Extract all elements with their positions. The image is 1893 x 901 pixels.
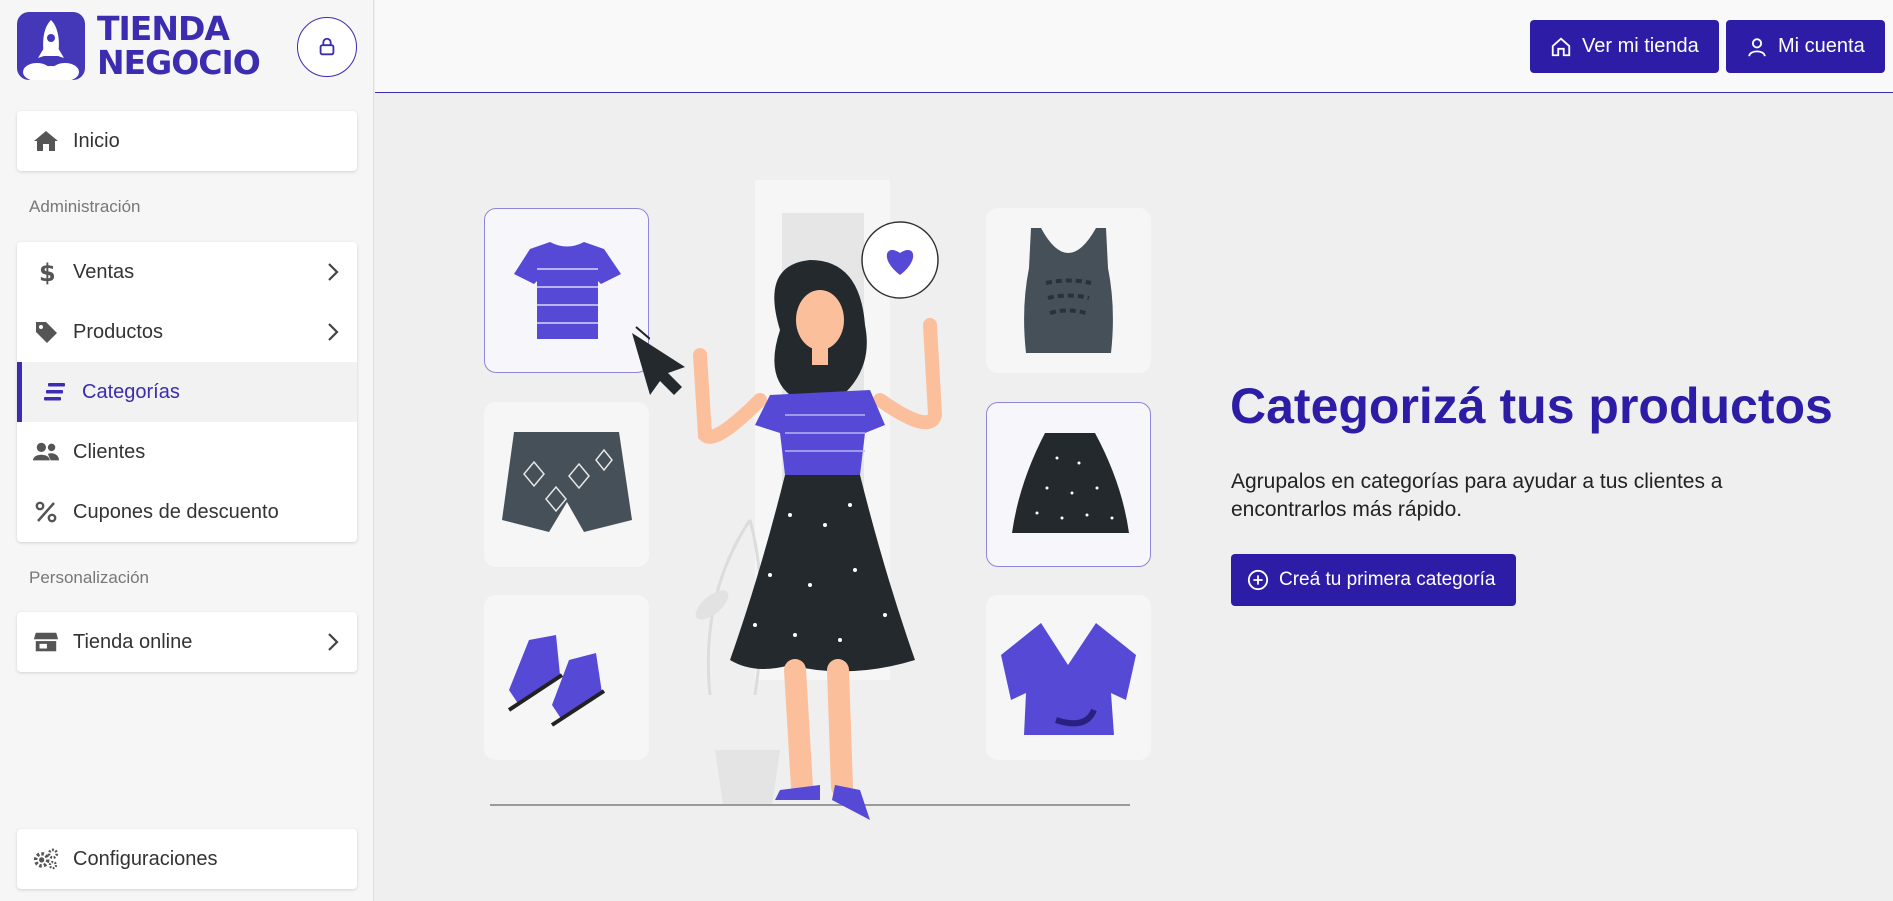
sidebar-item-label: Cupones de descuento	[73, 500, 279, 523]
home-card: Inicio	[17, 111, 357, 171]
create-category-button[interactable]: Creá tu primera categoría	[1231, 554, 1516, 606]
sidebar-item-inicio[interactable]: Inicio	[17, 111, 357, 171]
custom-card: Tienda online	[17, 612, 357, 672]
sidebar-item-label: Tienda online	[73, 630, 193, 653]
page-title: Categorizá tus productos	[1230, 378, 1833, 434]
tag-icon	[33, 319, 59, 345]
my-account-label: Mi cuenta	[1778, 35, 1865, 57]
sidebar-item-label: Ventas	[73, 260, 135, 283]
percent-icon	[33, 499, 59, 525]
sidebar-item-label: Configuraciones	[73, 847, 218, 870]
sidebar-item-label: Clientes	[73, 440, 146, 463]
view-store-label: Ver mi tienda	[1582, 35, 1699, 57]
top-header: Ver mi tienda Mi cuenta	[375, 0, 1893, 93]
brand-logo[interactable]: TIENDA NEGOCIO	[17, 9, 261, 82]
svg-text:$: $	[39, 259, 54, 285]
sidebar-item-cupones[interactable]: Cupones de descuento	[17, 482, 357, 542]
sidebar-item-productos[interactable]: Productos	[17, 302, 357, 362]
home-icon	[1551, 37, 1571, 56]
admin-card: $ Ventas Productos Categorías Clientes C…	[17, 242, 357, 542]
sidebar-item-categorias[interactable]: Categorías	[17, 362, 357, 422]
rocket-icon	[17, 12, 85, 80]
section-label-admin: Administración	[29, 197, 141, 216]
page-subtitle: Agrupalos en categorías para ayudar a tu…	[1231, 470, 1723, 521]
sidebar-item-label: Productos	[73, 320, 164, 343]
sidebar-item-label: Inicio	[73, 129, 120, 152]
chevron-right-icon	[328, 263, 339, 281]
user-icon	[1748, 37, 1766, 56]
dollar-icon: $	[33, 259, 59, 285]
lock-button[interactable]	[297, 17, 357, 77]
sidebar-item-clientes[interactable]: Clientes	[17, 422, 357, 482]
woman-shopping-figure	[490, 180, 1130, 820]
section-label-personalizacion: Personalización	[29, 568, 150, 587]
sidebar-item-label: Categorías	[82, 380, 180, 403]
sidebar-item-ventas[interactable]: $ Ventas	[17, 242, 357, 302]
sidebar-item-configuraciones[interactable]: Configuraciones	[17, 829, 357, 889]
sidebar: TIENDA NEGOCIO Inicio Administración $ V…	[0, 0, 374, 901]
sidebar-item-tienda-online[interactable]: Tienda online	[17, 612, 357, 672]
list-icon	[42, 379, 68, 405]
chevron-right-icon	[328, 633, 339, 651]
plus-circle-icon	[1247, 569, 1269, 591]
settings-card: Configuraciones	[17, 829, 357, 889]
create-category-label: Creá tu primera categoría	[1279, 569, 1496, 590]
gears-icon	[33, 846, 59, 872]
home-icon	[33, 128, 59, 154]
brand-name: TIENDA NEGOCIO	[97, 9, 261, 82]
store-icon	[33, 629, 59, 655]
chevron-right-icon	[328, 323, 339, 341]
my-account-button[interactable]: Mi cuenta	[1726, 20, 1885, 73]
users-icon	[33, 439, 59, 465]
lock-icon	[319, 37, 335, 56]
view-store-button[interactable]: Ver mi tienda	[1530, 20, 1719, 73]
